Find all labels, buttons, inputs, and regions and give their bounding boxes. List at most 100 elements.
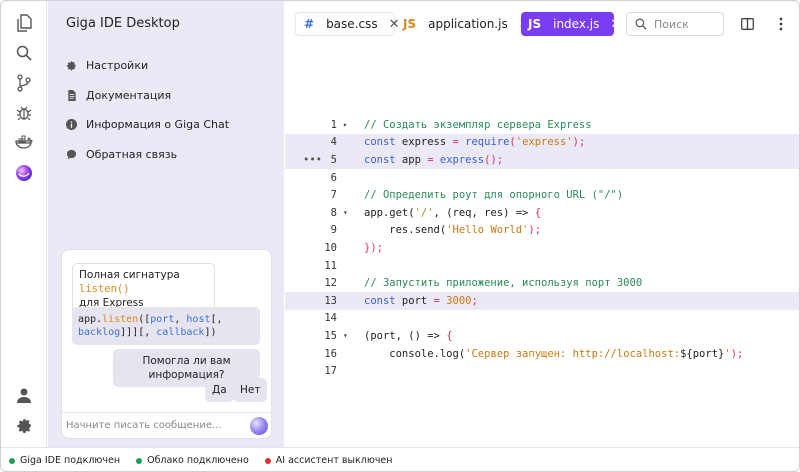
tab-index-js[interactable]: JS index.js ✕ [521, 12, 621, 36]
code-token: { [439, 329, 453, 342]
code-token: const [364, 136, 396, 149]
code-token: 3000 [439, 294, 472, 307]
status-dot-icon [9, 457, 15, 464]
debug-icon[interactable] [12, 101, 36, 125]
line-number: 1 [330, 118, 337, 131]
status-dot-icon [264, 457, 271, 464]
code-line: 15 ▾ (port, () => { [285, 327, 799, 345]
menu-item-settings[interactable]: Настройки [66, 51, 276, 81]
code-token: [, [210, 314, 223, 325]
code-editor[interactable]: 1 ▸ // Создать экземпляр сервера Express… [285, 47, 799, 447]
code-token: ${port} [680, 347, 725, 360]
code-token: ); [528, 224, 542, 237]
tab-label: index.js [553, 17, 600, 31]
files-icon[interactable] [12, 11, 36, 35]
close-icon[interactable]: ✕ [610, 17, 621, 32]
line-number: 9 [330, 224, 337, 237]
send-icon[interactable] [250, 417, 268, 435]
no-button[interactable]: Нет [233, 378, 268, 402]
fold-arrow-icon[interactable]: ▸ [343, 120, 348, 129]
code-token: callback [156, 327, 205, 338]
chat-message-input[interactable] [66, 420, 246, 431]
line-number: 13 [324, 294, 337, 307]
giga-chat-icon[interactable] [12, 161, 36, 185]
line-number: 5 [330, 153, 337, 166]
code-token: port [395, 294, 434, 307]
menu-item-giga-chat-info[interactable]: Информация о Giga Chat [66, 110, 276, 140]
code-token: (port, () [364, 329, 428, 342]
code-text: // Определить роут для опорного URL ("/"… [364, 189, 624, 202]
fold-arrow-icon[interactable]: ▾ [343, 208, 348, 217]
code-line: 4 const express = require('express'); [285, 133, 799, 152]
tab-label: application.js [428, 17, 508, 31]
code-line: 1 ▸ // Создать экземпляр сервера Express [285, 116, 799, 134]
status-label: Облако подключено [147, 455, 249, 466]
menu-item-feedback[interactable]: Обратная связь [66, 140, 276, 170]
code-token: , [174, 314, 187, 325]
code-line: 14 [285, 310, 799, 328]
tab-application-js[interactable]: JS application.js ✕ [398, 12, 530, 36]
code-text: res.send('Hello World'); [364, 224, 541, 236]
status-item-ide[interactable]: Giga IDE подключен [9, 455, 120, 466]
code-line: 9 res.send('Hello World'); [285, 222, 799, 240]
code-token: 'express' [515, 136, 573, 149]
tab-base-css[interactable]: # base.css ✕ [295, 12, 400, 36]
gear-icon [66, 60, 77, 71]
line-number: 8 [330, 206, 337, 219]
code-line: 12 // Запустить приложение, используя по… [285, 274, 799, 292]
app-title: Giga IDE Desktop [66, 16, 180, 31]
code-token: app.get( [364, 206, 415, 219]
menu-item-docs[interactable]: Документация [66, 81, 276, 111]
code-text: app.get('/', (req, res) => { [364, 207, 541, 219]
code-token: listen [102, 314, 139, 325]
chat-bubble-icon [66, 149, 77, 160]
more-options-icon[interactable] [773, 16, 789, 32]
code-token: const [364, 153, 396, 166]
code-token: require [458, 136, 510, 149]
line-number: 16 [324, 347, 337, 360]
yes-button[interactable]: Да [205, 378, 234, 402]
code-token: ; [471, 294, 478, 307]
fold-arrow-icon[interactable]: ▾ [343, 331, 348, 340]
status-item-ai[interactable]: AI ассистент выключен [264, 455, 393, 466]
info-icon [66, 119, 77, 131]
code-token: 'Сервер запущен: http://localhost: [465, 347, 681, 360]
account-icon[interactable] [12, 383, 36, 407]
code-token: (); [484, 153, 504, 166]
menu-item-label: Документация [86, 88, 172, 102]
search-icon[interactable] [12, 41, 36, 65]
search-input[interactable] [654, 17, 714, 31]
code-token: '/' [414, 206, 434, 219]
code-message: app.listen([port, host[, backlog]]][, cal… [72, 307, 260, 345]
line-number: 14 [324, 312, 337, 325]
code-token: app [395, 153, 428, 166]
status-item-cloud[interactable]: Облако подключено [136, 455, 249, 466]
code-token: ); [730, 347, 744, 360]
side-menu: Настройки Документация Информация о Giga… [66, 51, 276, 169]
docker-icon[interactable] [12, 131, 36, 155]
code-line: ••• 5 const app = express(); [285, 151, 799, 169]
settings-icon[interactable] [12, 413, 36, 437]
code-text: }); [364, 241, 383, 254]
code-token: ); [572, 136, 586, 149]
code-token: port [150, 314, 175, 325]
code-line: 10 }); [285, 239, 799, 257]
code-line: 6 [285, 169, 799, 187]
line-number: 15 [324, 329, 337, 342]
line-number: 11 [324, 259, 337, 272]
css-file-icon: # [304, 17, 315, 31]
line-number: 7 [330, 189, 337, 202]
code-token: => [427, 329, 440, 342]
line-number: 12 [324, 277, 337, 290]
source-control-icon[interactable] [12, 71, 36, 95]
search-box [626, 12, 724, 36]
js-file-icon: JS [528, 17, 542, 31]
chat-input-bar [62, 412, 271, 438]
code-text: const port = 3000; [364, 295, 478, 307]
line-number: 6 [330, 171, 337, 184]
code-line: 7 // Определить роут для опорного URL ("… [285, 186, 799, 204]
status-label: Giga IDE подключен [20, 455, 121, 466]
split-editor-icon[interactable] [739, 16, 755, 32]
code-token: ([ [138, 314, 151, 325]
code-token: ]]][, [120, 327, 157, 338]
